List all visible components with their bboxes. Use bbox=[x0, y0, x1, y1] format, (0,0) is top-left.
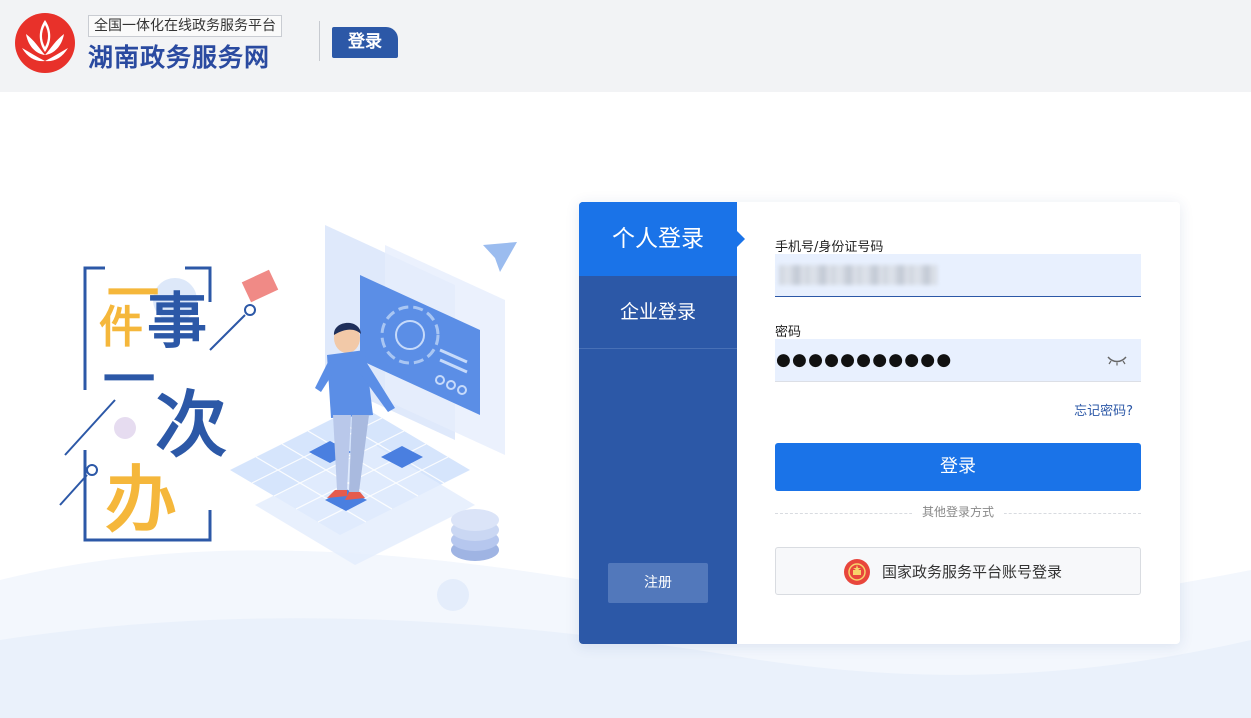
slogan-char: 事 bbox=[147, 289, 207, 355]
active-tab-arrow bbox=[737, 231, 745, 247]
site-title[interactable]: 湖南政务服务网 bbox=[88, 38, 270, 74]
platform-name: 全国一体化在线政务服务平台 bbox=[88, 15, 282, 37]
national-login-label: 国家政务服务平台账号登录 bbox=[882, 563, 1063, 581]
page-tag: 登录 bbox=[332, 27, 398, 58]
password-value: ●●●●●●●●●●● bbox=[776, 350, 953, 370]
header-divider bbox=[319, 21, 320, 61]
slogan-char: 件 bbox=[99, 303, 143, 352]
eye-closed-icon[interactable] bbox=[1106, 353, 1128, 367]
password-label: 密码 bbox=[775, 325, 802, 340]
slogan-char: 一 bbox=[103, 353, 155, 410]
national-platform-login-button[interactable]: 国家政务服务平台账号登录 bbox=[775, 547, 1141, 595]
login-type-sidebar: 个人登录 企业登录 注册 bbox=[579, 202, 737, 644]
lotus-logo-icon[interactable] bbox=[14, 12, 76, 74]
account-label: 手机号/身份证号码 bbox=[775, 240, 884, 255]
login-card: 个人登录 企业登录 注册 手机号/身份证号码 密码 ●●●●●●●●●●● 忘记… bbox=[579, 202, 1180, 644]
login-form: 手机号/身份证号码 密码 ●●●●●●●●●●● 忘记密码? 登录 其他登录方式 bbox=[775, 202, 1141, 644]
site-header: 全国一体化在线政务服务平台 湖南政务服务网 登录 bbox=[0, 0, 1251, 92]
password-input[interactable]: ●●●●●●●●●●● bbox=[775, 339, 1141, 382]
account-input[interactable] bbox=[775, 254, 1141, 297]
paper-plane-icon bbox=[483, 242, 517, 272]
tab-enterprise-login[interactable]: 企业登录 bbox=[579, 276, 737, 349]
national-emblem-icon bbox=[844, 559, 870, 585]
forgot-password-link[interactable]: 忘记密码? bbox=[1074, 400, 1133, 419]
register-button[interactable]: 注册 bbox=[608, 563, 708, 603]
other-methods-label: 其他登录方式 bbox=[775, 503, 1141, 521]
account-value-blurred bbox=[779, 265, 937, 285]
slogan-char: 办 bbox=[105, 461, 177, 541]
slogan-char: 次 bbox=[155, 386, 227, 466]
tab-personal-login[interactable]: 个人登录 bbox=[579, 202, 737, 276]
hero-illustration: 一 件 事 一 次 办 bbox=[59, 225, 517, 611]
login-button[interactable]: 登录 bbox=[775, 443, 1141, 491]
other-methods-text: 其他登录方式 bbox=[911, 505, 1004, 519]
